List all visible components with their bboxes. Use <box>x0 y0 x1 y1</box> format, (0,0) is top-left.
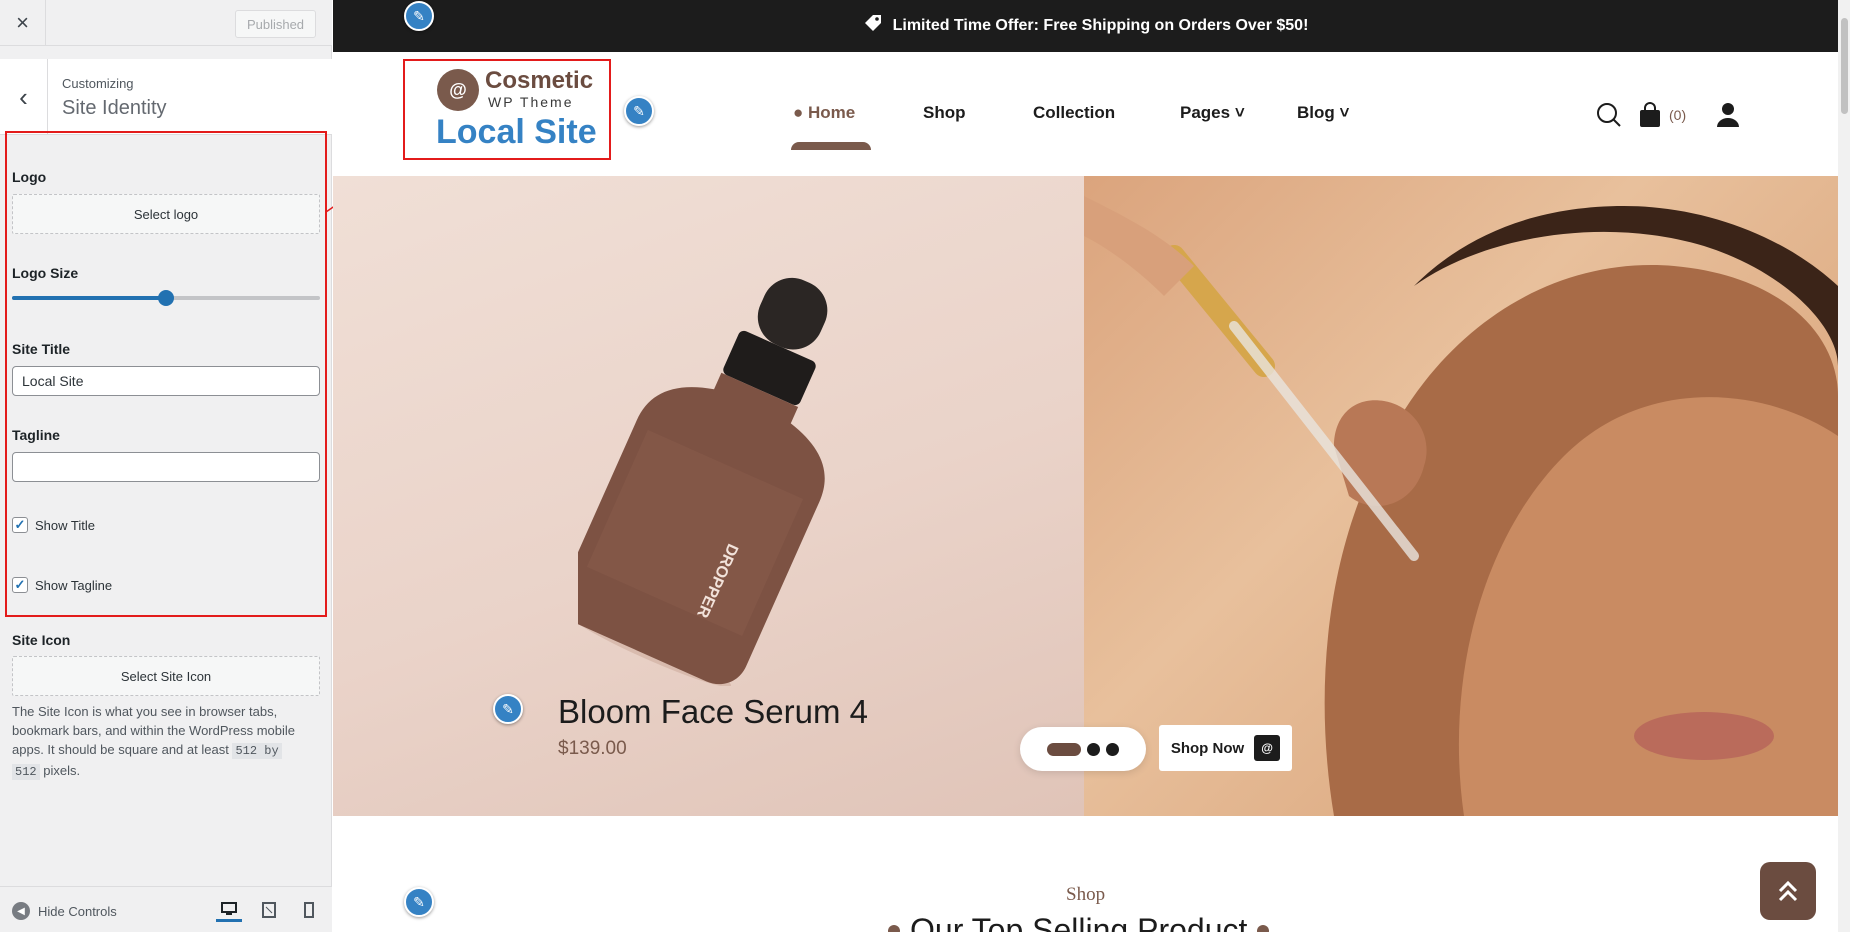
heading-dot-right <box>1257 924 1270 932</box>
announcement-text: Limited Time Offer: Free Shipping on Ord… <box>892 17 1309 34</box>
logo-name: Cosmetic <box>485 67 594 94</box>
double-chevron-up-icon <box>1778 880 1798 902</box>
slider-dot[interactable] <box>1106 742 1119 756</box>
edit-announcement-icon[interactable]: ✎ <box>404 1 434 31</box>
edit-product-icon[interactable]: ✎ <box>493 694 523 724</box>
slider-knob[interactable] <box>158 290 174 306</box>
tagline-label: Tagline <box>12 427 60 443</box>
mobile-preview-icon[interactable] <box>296 898 322 922</box>
show-title-row[interactable]: ✓ Show Title <box>12 517 95 533</box>
show-tagline-label: Show Tagline <box>35 577 113 593</box>
scroll-to-top-button[interactable] <box>1760 862 1816 920</box>
site-icon-label: Site Icon <box>12 632 71 648</box>
heading-dot-left <box>888 924 900 932</box>
shop-now-button[interactable]: Shop Now @ <box>1159 725 1292 771</box>
section-header: ‹ Customizing Site Identity <box>0 59 332 135</box>
customizer-topbar: × Published <box>0 0 332 46</box>
logo-size-slider[interactable] <box>12 290 320 306</box>
show-tagline-row[interactable]: ✓ Show Tagline <box>12 577 112 593</box>
scrollbar-thumb[interactable] <box>1841 18 1848 114</box>
site-icon-help: The Site Icon is what you see in browser… <box>12 704 295 780</box>
slider-dot-active[interactable] <box>1047 742 1081 756</box>
site-title[interactable]: Local Site <box>436 113 597 152</box>
tagline-input[interactable] <box>12 452 320 482</box>
serum-bottle-image: DROPPER <box>578 277 828 686</box>
customizer-footer: ◀ Hide Controls <box>0 886 332 932</box>
desktop-preview-icon[interactable] <box>216 898 242 922</box>
nav-active-indicator <box>791 142 871 150</box>
tablet-preview-icon[interactable] <box>256 898 282 922</box>
slider-fill <box>12 296 166 300</box>
slider-dot[interactable] <box>1087 742 1100 756</box>
site-title-label: Site Title <box>12 341 71 357</box>
section-title: Site Identity <box>62 97 167 119</box>
tag-icon <box>863 13 883 39</box>
customizing-label: Customizing <box>62 76 134 91</box>
nav-collection[interactable]: Collection <box>1033 103 1115 123</box>
account-icon[interactable] <box>1717 102 1739 134</box>
section-subtitle: Shop <box>1066 884 1106 905</box>
customizer-sidebar: × Published ‹ Customizing Site Identity … <box>0 0 332 932</box>
search-icon[interactable] <box>1596 102 1622 134</box>
preview-scrollbar[interactable] <box>1838 0 1850 932</box>
publish-button[interactable]: Published <box>235 10 316 38</box>
hero-model-image <box>1084 176 1838 816</box>
hide-controls-label: Hide Controls <box>38 903 117 919</box>
hide-controls-button[interactable]: ◀ Hide Controls <box>12 902 117 920</box>
section-heading: Our Top Selling Product <box>888 912 1270 932</box>
nav-blog[interactable]: Blog ˅ <box>1297 103 1349 123</box>
nav-home[interactable]: ● Home <box>793 103 855 123</box>
site-logo[interactable]: @ Cosmetic WP Theme Local Site <box>403 59 611 160</box>
show-tagline-checkbox[interactable]: ✓ <box>12 577 28 593</box>
collapse-icon: ◀ <box>12 902 30 920</box>
edit-logo-icon[interactable]: ✎ <box>624 96 654 126</box>
announcement-bar: Limited Time Offer: Free Shipping on Ord… <box>333 0 1838 52</box>
site-title-input[interactable]: Local Site <box>12 366 320 396</box>
hero-slider: DROPPER ✎ Bloom Face Serum 4 $139.00 Sho… <box>333 176 1838 816</box>
logo-label: Logo <box>12 169 47 185</box>
cart-icon[interactable] <box>1639 102 1661 134</box>
nav-shop[interactable]: Shop <box>923 103 966 123</box>
logo-mark-icon: @ <box>437 69 479 111</box>
logo-size-label: Logo Size <box>12 265 79 281</box>
show-title-checkbox[interactable]: ✓ <box>12 517 28 533</box>
cart-count: (0) <box>1669 107 1687 123</box>
edit-section-icon[interactable]: ✎ <box>404 887 434 917</box>
back-icon[interactable]: ‹ <box>0 59 48 135</box>
close-icon[interactable]: × <box>0 0 46 46</box>
slider-dots[interactable] <box>1020 727 1146 771</box>
show-title-label: Show Title <box>35 517 95 533</box>
logo-sub: WP Theme <box>488 94 574 110</box>
select-site-icon-button[interactable]: Select Site Icon <box>12 656 320 696</box>
hero-product-name[interactable]: Bloom Face Serum 4 <box>558 693 868 731</box>
shop-now-icon: @ <box>1254 735 1281 761</box>
hero-product-price: $139.00 <box>558 738 627 759</box>
model-face-image <box>1084 196 1838 816</box>
site-preview: Limited Time Offer: Free Shipping on Ord… <box>333 0 1838 932</box>
hero-left-panel: DROPPER ✎ Bloom Face Serum 4 $139.00 <box>333 176 1084 816</box>
shop-now-label: Shop Now <box>1170 739 1245 757</box>
nav-pages[interactable]: Pages ˅ <box>1180 103 1245 123</box>
select-logo-button[interactable]: Select logo <box>12 194 320 234</box>
